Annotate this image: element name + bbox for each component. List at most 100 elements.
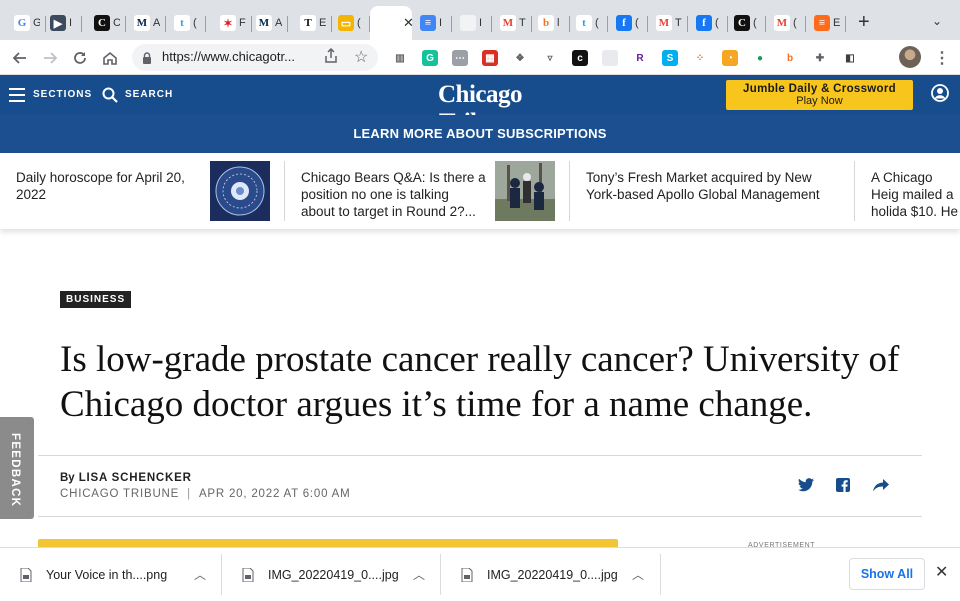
horoscope-thumbnail[interactable] xyxy=(210,161,270,221)
tab-title: G xyxy=(33,17,40,29)
puzzle-icon[interactable]: ✚ xyxy=(812,50,828,66)
cup-icon[interactable]: ▿ xyxy=(542,50,558,66)
docs-icon: ≡ xyxy=(420,15,436,31)
forward-arrow-icon[interactable] xyxy=(39,47,61,69)
browser-tab[interactable]: I xyxy=(452,8,492,38)
tab-search-chevron-icon[interactable]: ⌄ xyxy=(932,14,942,28)
browser-tab[interactable]: f( xyxy=(688,8,728,38)
sections-button[interactable]: SECTIONS xyxy=(33,89,92,100)
orange-b-icon[interactable]: b xyxy=(782,50,798,66)
browser-tab[interactable]: TE xyxy=(292,8,332,38)
bears-thumbnail[interactable] xyxy=(495,161,555,221)
twitter-share-icon[interactable] xyxy=(798,478,814,497)
star-icon: ✶ xyxy=(220,15,236,31)
dropbox-icon[interactable]: ❖ xyxy=(512,50,528,66)
share-arrow-icon[interactable] xyxy=(873,478,889,497)
green-leaf-icon[interactable]: ● xyxy=(752,50,768,66)
browser-tab[interactable]: ≡ I xyxy=(412,8,452,38)
image-file-icon xyxy=(242,567,254,587)
browser-tab[interactable]: C( xyxy=(726,8,766,38)
subscription-banner[interactable]: LEARN MORE ABOUT SUBSCRIPTIONS xyxy=(0,115,960,153)
story-divider xyxy=(284,161,285,221)
chat-icon[interactable]: ⋯ xyxy=(452,50,468,66)
bookmark-star-icon[interactable]: ☆ xyxy=(354,47,368,67)
tab-separator xyxy=(81,16,82,32)
story-link-horoscope[interactable]: Daily horoscope for April 20, 2022 xyxy=(16,169,201,203)
facebook-icon: f xyxy=(696,15,712,31)
lock-icon[interactable] xyxy=(142,51,152,69)
browser-tab[interactable]: C✕ xyxy=(370,6,414,40)
download-item[interactable]: Your Voice in th....png ︿ xyxy=(0,548,222,601)
home-icon[interactable] xyxy=(99,47,121,69)
story-link-bears-qa[interactable]: Chicago Bears Q&A: Is there a position n… xyxy=(301,169,486,220)
story-divider xyxy=(569,161,570,221)
section-tag[interactable]: BUSINESS xyxy=(60,291,132,308)
r-extension-icon[interactable]: R xyxy=(632,50,648,66)
chevron-up-icon[interactable]: ︿ xyxy=(194,566,206,583)
subscription-banner-text[interactable]: LEARN MORE ABOUT SUBSCRIPTIONS xyxy=(353,126,606,141)
tab-title: E xyxy=(319,17,326,29)
download-item[interactable]: IMG_20220419_0....jpg ︿ xyxy=(222,548,441,601)
browser-menu-icon[interactable]: ⋮ xyxy=(934,48,950,68)
back-arrow-icon[interactable] xyxy=(9,47,31,69)
browser-tab[interactable]: GG xyxy=(6,8,46,38)
blank-square-icon[interactable] xyxy=(602,50,618,66)
top-stories-strip: Daily horoscope for April 20, 2022 Chica… xyxy=(0,153,960,229)
share-icon[interactable] xyxy=(324,47,338,67)
chevron-up-icon[interactable]: ︿ xyxy=(413,566,425,583)
browser-tab[interactable]: ✶ F xyxy=(212,8,252,38)
browser-tab[interactable]: ▭( xyxy=(330,8,370,38)
story-link-tonys-market[interactable]: Tony’s Fresh Market acquired by New York… xyxy=(586,169,836,203)
facebook-share-icon[interactable] xyxy=(836,478,850,497)
tab-title: ( xyxy=(635,17,639,29)
browser-tab[interactable]: t( xyxy=(568,8,608,38)
browser-tab[interactable]: MA xyxy=(248,8,288,38)
jumble-crossword-button[interactable]: Jumble Daily & Crossword Play Now xyxy=(726,80,913,110)
grammarly-icon[interactable]: G xyxy=(422,50,438,66)
author-name[interactable]: LISA SCHENCKER xyxy=(79,472,192,484)
browser-tab[interactable]: f( xyxy=(608,8,648,38)
browser-tab[interactable]: ▶ I xyxy=(42,8,82,38)
bookmark-stack-icon: ≡ xyxy=(814,15,830,31)
tab-title: ( xyxy=(595,17,599,29)
rss-icon[interactable]: ◔ xyxy=(722,50,738,66)
chevron-up-icon[interactable]: ︿ xyxy=(632,566,644,583)
story-link-chicago-heights[interactable]: A Chicago Heig mailed a holida $10. He l… xyxy=(871,169,960,223)
download-filename: IMG_20220419_0....jpg xyxy=(487,568,618,582)
download-divider xyxy=(660,554,661,595)
sidebar-icon[interactable]: ◧ xyxy=(842,50,858,66)
download-item[interactable]: IMG_20220419_0....jpg ︿ xyxy=(441,548,661,601)
dark-mode-icon[interactable]: c xyxy=(572,50,588,66)
reload-icon[interactable] xyxy=(69,47,91,69)
new-tab-button[interactable]: + xyxy=(858,12,870,32)
feedback-tab[interactable]: FEEDBACK xyxy=(0,417,34,519)
browser-tab[interactable]: MT xyxy=(648,8,688,38)
dots-icon[interactable]: ⁘ xyxy=(692,50,708,66)
browser-tab[interactable]: ≡ E xyxy=(806,8,846,38)
publish-date: APR 20, 2022 AT 6:00 AM xyxy=(198,488,351,500)
browser-tab[interactable]: MA xyxy=(126,8,166,38)
browser-tab[interactable]: bl xyxy=(530,8,570,38)
search-button[interactable]: SEARCH xyxy=(125,89,173,100)
browser-tab[interactable]: MT xyxy=(492,8,532,38)
skype-icon[interactable]: S xyxy=(662,50,678,66)
show-all-button[interactable]: Show All xyxy=(849,558,925,590)
calendar-icon[interactable]: ▦ xyxy=(482,50,498,66)
url-text[interactable]: https://www.chicagotr... xyxy=(162,49,295,64)
browser-tab[interactable]: CC xyxy=(86,8,126,38)
close-icon[interactable]: ✕ xyxy=(935,562,948,582)
profile-avatar[interactable] xyxy=(899,46,921,68)
address-bar[interactable]: https://www.chicagotr... ☆ xyxy=(132,44,378,71)
library-icon[interactable]: ▥ xyxy=(392,50,408,66)
browser-tab[interactable]: t( xyxy=(166,8,206,38)
tab-title: ( xyxy=(753,17,757,29)
story-divider xyxy=(854,161,855,221)
tab-title: ( xyxy=(793,17,797,29)
tab-title: E xyxy=(833,17,840,29)
browser-tab-strip: + ⌄ GG▶ICCMAt(✶FMATE▭(C✕≡IIMTblt(f(MTf(C… xyxy=(0,0,960,40)
browser-tab[interactable]: M( xyxy=(766,8,806,38)
user-account-icon[interactable] xyxy=(931,84,949,107)
outlet-name: CHICAGO TRIBUNE xyxy=(60,488,180,500)
search-icon[interactable] xyxy=(102,87,118,108)
hamburger-menu-icon[interactable] xyxy=(9,88,25,102)
